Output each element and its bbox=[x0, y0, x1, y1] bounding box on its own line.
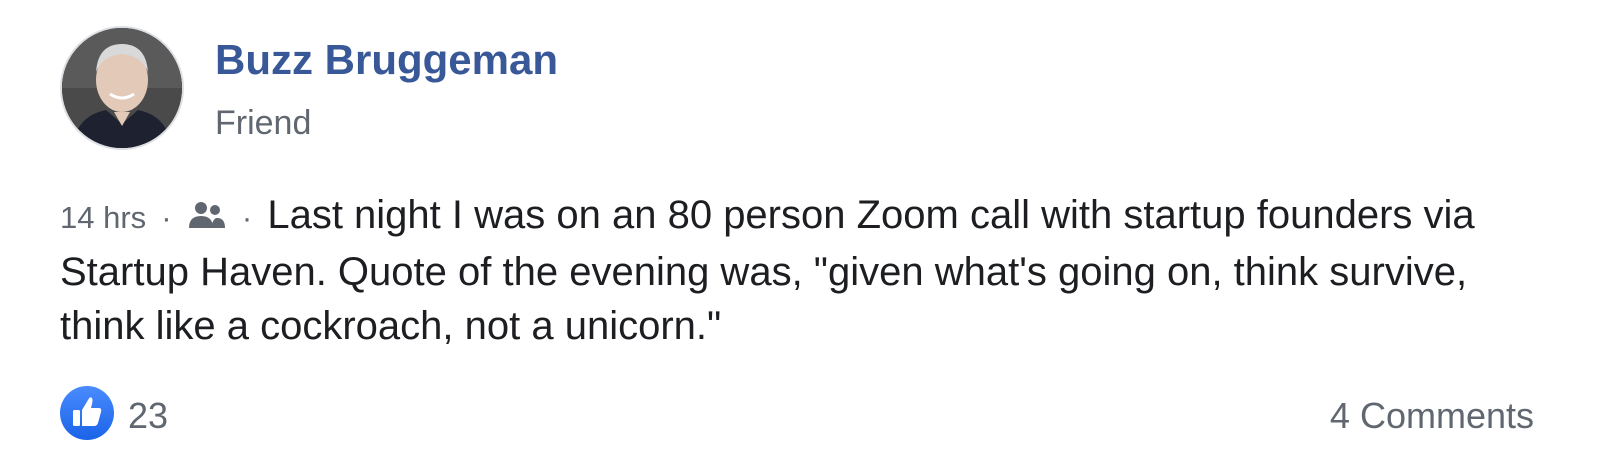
post-text: Last night I was on an 80 person Zoom ca… bbox=[60, 193, 1475, 348]
friends-icon[interactable] bbox=[187, 190, 227, 228]
post-timestamp[interactable]: 14 hrs bbox=[60, 200, 146, 235]
feed-post: Buzz Bruggeman Friend 14 hrs · · Last ni… bbox=[0, 0, 1622, 474]
thumbs-up-icon[interactable] bbox=[60, 386, 114, 440]
separator-dot: · bbox=[241, 200, 253, 235]
like-count[interactable]: 23 bbox=[128, 395, 168, 437]
avatar-photo-icon bbox=[62, 28, 182, 148]
relation-label: Friend bbox=[215, 104, 312, 142]
author-avatar[interactable] bbox=[60, 26, 184, 150]
separator-dot: · bbox=[161, 200, 172, 235]
post-content: 14 hrs · · Last night I was on an 80 per… bbox=[60, 188, 1540, 353]
comments-link[interactable]: 4 Comments bbox=[1330, 395, 1534, 437]
author-name-link[interactable]: Buzz Bruggeman bbox=[215, 36, 558, 84]
